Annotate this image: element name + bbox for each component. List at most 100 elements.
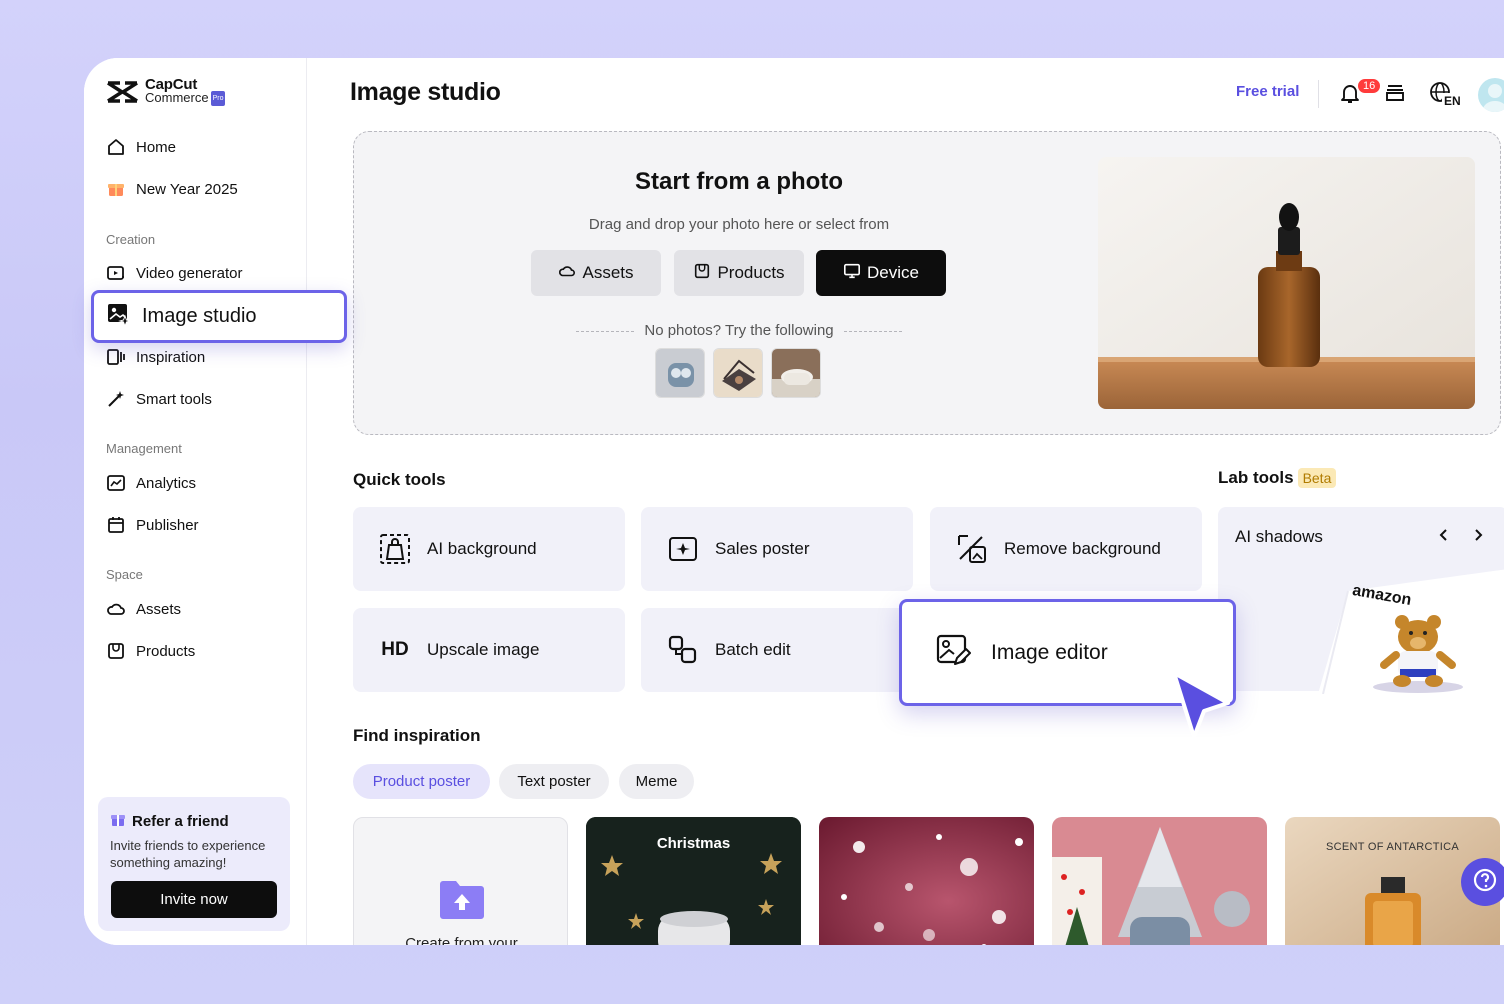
help-icon — [1472, 867, 1498, 898]
sidebar-item-label: New Year 2025 — [136, 180, 238, 198]
sample-photo-earbuds[interactable] — [655, 348, 705, 398]
sidebar-item-home[interactable]: Home — [106, 137, 176, 157]
app-window: CapCut Commerce Pro Home New Year 2025 Cr… — [84, 58, 1504, 945]
analytics-icon — [106, 473, 126, 493]
chevron-left-icon[interactable] — [1436, 527, 1452, 548]
christmas-tree-poster-image — [1052, 817, 1267, 945]
product-box-icon — [106, 641, 126, 661]
sidebar-item-label: Video generator — [136, 264, 243, 282]
mouse-cursor-icon — [1166, 667, 1236, 750]
invite-now-button[interactable]: Invite now — [111, 881, 277, 918]
page-title: Image studio — [350, 78, 501, 106]
sidebar-item-image-studio[interactable]: Image studio — [91, 290, 347, 343]
capcut-commerce-logo[interactable]: CapCut Commerce Pro — [106, 77, 226, 107]
inspiration-card-tree[interactable] — [1052, 817, 1267, 945]
button-label: Products — [717, 263, 785, 282]
sidebar-item-label: Home — [136, 138, 177, 156]
inspiration-card-snow[interactable] — [819, 817, 1034, 945]
sidebar-item-new-year[interactable]: New Year 2025 — [106, 179, 238, 199]
gift-icon — [106, 179, 126, 199]
quick-tools-title: Quick tools — [353, 470, 446, 489]
create-from-your-card[interactable]: Create from your — [353, 817, 568, 945]
ai-shadows-title: AI shadows — [1235, 527, 1323, 546]
snowflake-poster-image — [819, 817, 1034, 945]
sidebar-item-publisher[interactable]: Publisher — [106, 515, 199, 535]
ai-background-tool[interactable]: AI background — [353, 507, 625, 591]
section-management: Management — [106, 441, 182, 456]
sidebar-item-smart-tools[interactable]: Smart tools — [106, 389, 212, 409]
sidebar-item-products[interactable]: Products — [106, 641, 195, 661]
upload-subtitle: Drag and drop your photo here or select … — [588, 216, 890, 233]
tab-text-poster[interactable]: Text poster — [499, 764, 609, 799]
image-studio-icon — [106, 302, 132, 332]
sidebar-item-label: Assets — [136, 600, 182, 618]
sample-photos-hint: No photos? Try the following — [576, 322, 902, 339]
tool-label: AI background — [427, 539, 537, 558]
tool-label: Sales poster — [715, 539, 810, 558]
monitor-icon — [843, 262, 861, 285]
tool-label: Image editor — [991, 640, 1108, 664]
card-caption: Christmas — [656, 835, 731, 852]
product-box-icon — [693, 262, 711, 285]
folder-upload-icon — [438, 874, 486, 927]
header-divider — [1318, 80, 1319, 108]
home-icon — [106, 137, 126, 157]
batch-edit-tool[interactable]: Batch edit — [641, 608, 913, 692]
device-source-button[interactable]: Device — [816, 250, 946, 296]
remove-background-icon — [956, 533, 988, 565]
brand-line2: Commerce — [145, 90, 209, 105]
refer-title: Refer a friend — [132, 812, 229, 830]
remove-background-tool[interactable]: Remove background — [930, 507, 1202, 591]
sales-poster-tool[interactable]: Sales poster — [641, 507, 913, 591]
hd-icon: HD — [381, 639, 409, 660]
sidebar-item-assets[interactable]: Assets — [106, 599, 181, 619]
sales-poster-icon — [667, 533, 699, 565]
tool-label: Batch edit — [715, 640, 791, 659]
sidebar-item-inspiration[interactable]: Inspiration — [106, 347, 205, 367]
capcut-logo-icon — [107, 81, 138, 103]
avatar[interactable] — [1478, 78, 1504, 112]
notification-badge: 16 — [1356, 77, 1383, 95]
sample-photo-chair[interactable] — [771, 348, 821, 398]
ai-shadows-card[interactable]: AI shadows amazon — [1218, 507, 1504, 695]
beta-badge: Beta — [1297, 468, 1337, 488]
refer-a-friend-card: Refer a friend Invite friends to experie… — [98, 797, 290, 931]
inspiration-card-christmas[interactable]: Christmas — [586, 817, 801, 945]
sidebar-item-label: Smart tools — [136, 390, 212, 408]
card-caption: SCENT OF ANTARCTICA — [1325, 841, 1460, 853]
upload-title: Start from a photo — [635, 168, 843, 195]
ai-shadows-preview: amazon — [1318, 569, 1504, 695]
tab-meme[interactable]: Meme — [619, 764, 694, 799]
sidebar-item-video-generator[interactable]: Video generator — [106, 263, 242, 283]
refer-description: Invite friends to experience something a… — [110, 838, 266, 870]
free-trial-link[interactable]: Free trial — [1236, 83, 1299, 100]
upscale-image-tool[interactable]: HD Upscale image — [353, 608, 625, 692]
lab-tools-label: Lab tools — [1218, 468, 1294, 487]
tab-product-poster[interactable]: Product poster — [353, 764, 490, 799]
products-source-button[interactable]: Products — [674, 250, 804, 296]
image-editor-icon — [935, 632, 971, 674]
assets-source-button[interactable]: Assets — [531, 250, 661, 296]
sidebar-item-analytics[interactable]: Analytics — [106, 473, 196, 493]
lab-tools-title: Lab tools Beta — [1218, 468, 1337, 488]
gift-icon — [110, 811, 126, 831]
section-creation: Creation — [106, 232, 156, 247]
video-generator-icon — [106, 263, 126, 283]
chevron-right-icon[interactable] — [1470, 527, 1486, 548]
hero-product-image — [1098, 157, 1475, 409]
section-space: Space — [106, 567, 143, 582]
sidebar-item-label: Inspiration — [136, 348, 206, 366]
tool-label: Remove background — [1004, 539, 1161, 558]
storage-icon[interactable] — [1384, 82, 1406, 109]
sidebar-item-label: Products — [136, 642, 196, 660]
help-button[interactable] — [1461, 858, 1504, 906]
sidebar-item-label: Image studio — [142, 305, 257, 327]
cloud-icon — [106, 599, 126, 619]
sample-photo-palette[interactable] — [713, 348, 763, 398]
inspiration-icon — [106, 347, 126, 367]
ai-background-icon — [379, 533, 411, 565]
upload-dropzone[interactable]: Start from a photo Drag and drop your ph… — [353, 131, 1501, 435]
find-inspiration-title: Find inspiration — [353, 726, 481, 745]
batch-edit-icon — [667, 634, 699, 666]
sidebar-item-label: Publisher — [136, 516, 199, 534]
